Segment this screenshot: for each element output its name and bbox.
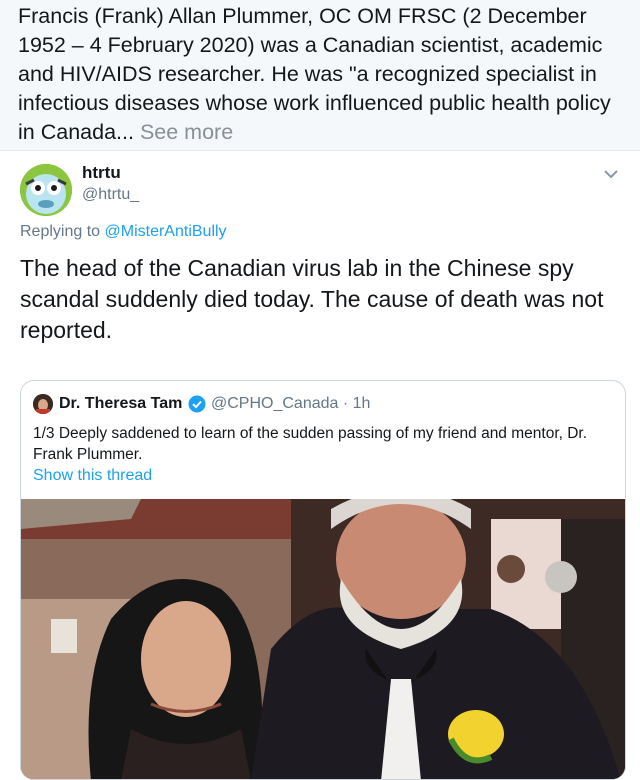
show-thread-link[interactable]: Show this thread — [33, 467, 152, 485]
quoted-text: 1/3 Deeply saddened to learn of the sudd… — [33, 425, 588, 463]
replying-to: Replying to @MisterAntiBully — [20, 223, 227, 240]
cartoon-avatar-icon[interactable] — [20, 164, 72, 216]
see-more-link[interactable]: See more — [140, 120, 233, 144]
tweet-handle[interactable]: @htrtu_ — [82, 186, 139, 204]
wiki-snippet: Francis (Frank) Allan Plummer, OC OM FRS… — [0, 0, 640, 150]
wiki-snippet-text: Francis (Frank) Allan Plummer, OC OM FRS… — [18, 4, 611, 144]
quoted-handle-time: @CPHO_Canada · 1h — [211, 395, 371, 412]
verified-badge-icon — [188, 395, 206, 413]
quoted-display-name[interactable]: Dr. Theresa Tam — [59, 395, 182, 413]
replying-to-mention[interactable]: @MisterAntiBully — [105, 223, 227, 240]
quoted-avatar[interactable] — [33, 394, 53, 414]
quoted-tweet[interactable]: Dr. Theresa Tam @CPHO_Canada · 1h 1/3 De… — [20, 380, 626, 780]
tweet[interactable]: htrtu @htrtu_ Replying to @MisterAntiBul… — [0, 151, 640, 780]
tweet-text: The head of the Canadian virus lab in th… — [20, 255, 604, 343]
chevron-down-icon[interactable] — [600, 163, 622, 185]
tweet-display-name[interactable]: htrtu — [82, 163, 121, 183]
quoted-photo[interactable] — [21, 499, 625, 779]
